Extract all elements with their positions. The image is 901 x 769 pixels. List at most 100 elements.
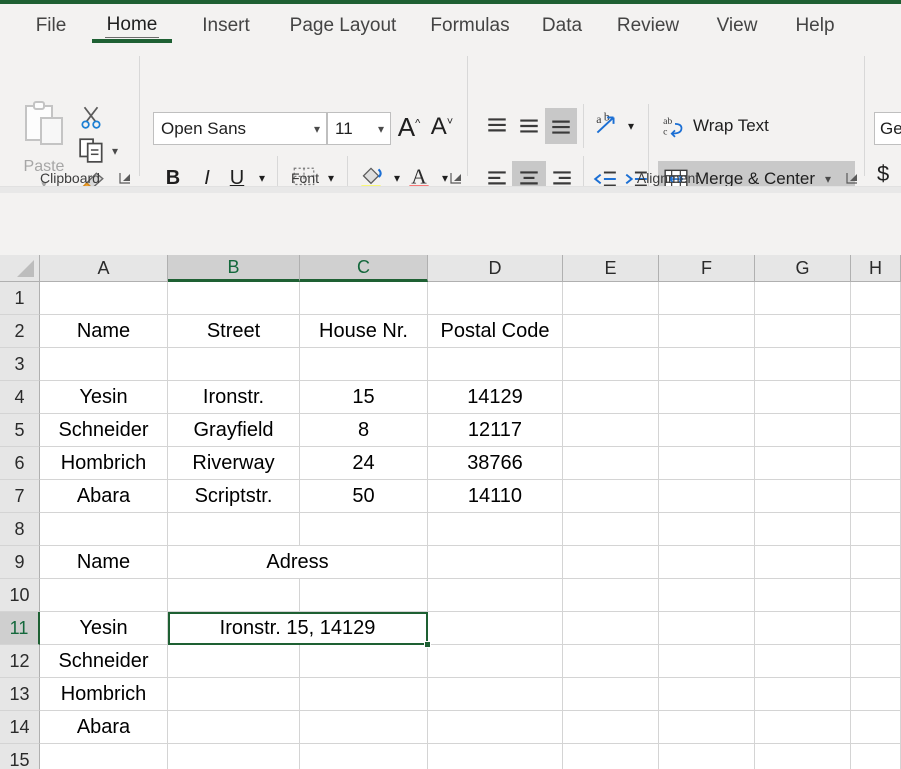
grid-cell-G10[interactable]	[755, 579, 851, 612]
grid-cell-G14[interactable]	[755, 711, 851, 744]
grid-cell-D6[interactable]: 38766	[428, 447, 563, 480]
column-header-G[interactable]: G	[755, 255, 851, 282]
grid-cell-D8[interactable]	[428, 513, 563, 546]
grid-cell-F4[interactable]	[659, 381, 755, 414]
grid-cell-F14[interactable]	[659, 711, 755, 744]
grid-cell-B2[interactable]: Street	[168, 315, 300, 348]
grid-cell-G2[interactable]	[755, 315, 851, 348]
row-header-8[interactable]: 8	[0, 513, 40, 546]
grid-cell-G5[interactable]	[755, 414, 851, 447]
grid-cell-C5[interactable]: 8	[300, 414, 428, 447]
row-header-5[interactable]: 5	[0, 414, 40, 447]
grid-cell-D5[interactable]: 12117	[428, 414, 563, 447]
grid-cell-A13[interactable]: Hombrich	[40, 678, 168, 711]
column-header-D[interactable]: D	[428, 255, 563, 282]
grid-cell-H7[interactable]	[851, 480, 901, 513]
row-header-3[interactable]: 3	[0, 348, 40, 381]
grid-cell-F9[interactable]	[659, 546, 755, 579]
grid-cell-C7[interactable]: 50	[300, 480, 428, 513]
grid-cell-F10[interactable]	[659, 579, 755, 612]
grid-cell-F11[interactable]	[659, 612, 755, 645]
grid-cell-H11[interactable]	[851, 612, 901, 645]
select-all-button[interactable]	[0, 255, 40, 282]
grid-cell-H13[interactable]	[851, 678, 901, 711]
grid-cell-E4[interactable]	[563, 381, 659, 414]
column-header-A[interactable]: A	[40, 255, 168, 282]
grid-cell-H5[interactable]	[851, 414, 901, 447]
grid-cell-F1[interactable]	[659, 282, 755, 315]
grid-cell-G8[interactable]	[755, 513, 851, 546]
grid-cell-D10[interactable]	[428, 579, 563, 612]
grid-cell-A1[interactable]	[40, 282, 168, 315]
grid-cell-C8[interactable]	[300, 513, 428, 546]
row-header-9[interactable]: 9	[0, 546, 40, 579]
grid-cell-E15[interactable]	[563, 744, 659, 769]
grid-cell-E13[interactable]	[563, 678, 659, 711]
row-header-10[interactable]: 10	[0, 579, 40, 612]
grid-cell-B15[interactable]	[168, 744, 300, 769]
ribbon-tab-data[interactable]: Data	[526, 4, 598, 48]
grid-cell-G9[interactable]	[755, 546, 851, 579]
cut-button[interactable]	[78, 104, 104, 130]
row-header-2[interactable]: 2	[0, 315, 40, 348]
grid-cell-A10[interactable]	[40, 579, 168, 612]
grid-cell-D4[interactable]: 14129	[428, 381, 563, 414]
grid-cell-G13[interactable]	[755, 678, 851, 711]
grid-cell-H12[interactable]	[851, 645, 901, 678]
grid-cell-E7[interactable]	[563, 480, 659, 513]
font-size-combobox[interactable]: 11 ▾	[327, 112, 391, 145]
grid-cell-F15[interactable]	[659, 744, 755, 769]
font-name-combobox[interactable]: Open Sans ▾	[153, 112, 327, 145]
row-header-6[interactable]: 6	[0, 447, 40, 480]
grid-cell-B11[interactable]: Ironstr. 15, 14129	[168, 612, 428, 645]
grid-cell-A15[interactable]	[40, 744, 168, 769]
grid-cell-G7[interactable]	[755, 480, 851, 513]
grid-cell-E10[interactable]	[563, 579, 659, 612]
column-header-C[interactable]: C	[300, 255, 428, 282]
grid-cell-F7[interactable]	[659, 480, 755, 513]
grid-cell-B1[interactable]	[168, 282, 300, 315]
grid-cell-D11[interactable]	[428, 612, 563, 645]
grid-cell-A14[interactable]: Abara	[40, 711, 168, 744]
grid-cell-A4[interactable]: Yesin	[40, 381, 168, 414]
grid-cell-B7[interactable]: Scriptstr.	[168, 480, 300, 513]
grid-cell-E11[interactable]	[563, 612, 659, 645]
column-header-F[interactable]: F	[659, 255, 755, 282]
grid-cell-G15[interactable]	[755, 744, 851, 769]
grid-cell-A11[interactable]: Yesin	[40, 612, 168, 645]
grid-cell-C13[interactable]	[300, 678, 428, 711]
grid-cell-F6[interactable]	[659, 447, 755, 480]
grid-cell-A3[interactable]	[40, 348, 168, 381]
grid-cell-H1[interactable]	[851, 282, 901, 315]
grid-cell-C10[interactable]	[300, 579, 428, 612]
row-header-13[interactable]: 13	[0, 678, 40, 711]
grid-cell-A9[interactable]: Name	[40, 546, 168, 579]
font-dialog-launcher[interactable]	[449, 171, 463, 185]
grid-cell-D13[interactable]	[428, 678, 563, 711]
column-header-E[interactable]: E	[563, 255, 659, 282]
grid-cell-E3[interactable]	[563, 348, 659, 381]
alignment-dialog-launcher[interactable]	[845, 171, 859, 185]
grid-cell-H8[interactable]	[851, 513, 901, 546]
grid-cell-B4[interactable]: Ironstr.	[168, 381, 300, 414]
grid-cell-B10[interactable]	[168, 579, 300, 612]
grid-cell-D2[interactable]: Postal Code	[428, 315, 563, 348]
grid-cell-D12[interactable]	[428, 645, 563, 678]
align-top-button[interactable]	[482, 110, 512, 142]
grid-cell-H9[interactable]	[851, 546, 901, 579]
ribbon-tab-home[interactable]: Home	[84, 4, 180, 48]
grid-cell-D1[interactable]	[428, 282, 563, 315]
grid-cell-C14[interactable]	[300, 711, 428, 744]
grid-cell-C1[interactable]	[300, 282, 428, 315]
grid-cell-A2[interactable]: Name	[40, 315, 168, 348]
grid-cell-H15[interactable]	[851, 744, 901, 769]
grid-cell-E14[interactable]	[563, 711, 659, 744]
grid-cell-G6[interactable]	[755, 447, 851, 480]
grid-cell-B14[interactable]	[168, 711, 300, 744]
ribbon-tab-file[interactable]: File	[18, 4, 84, 48]
grid-cell-E2[interactable]	[563, 315, 659, 348]
row-header-1[interactable]: 1	[0, 282, 40, 315]
grid-cell-G12[interactable]	[755, 645, 851, 678]
grid-cell-F2[interactable]	[659, 315, 755, 348]
grid-cell-B6[interactable]: Riverway	[168, 447, 300, 480]
